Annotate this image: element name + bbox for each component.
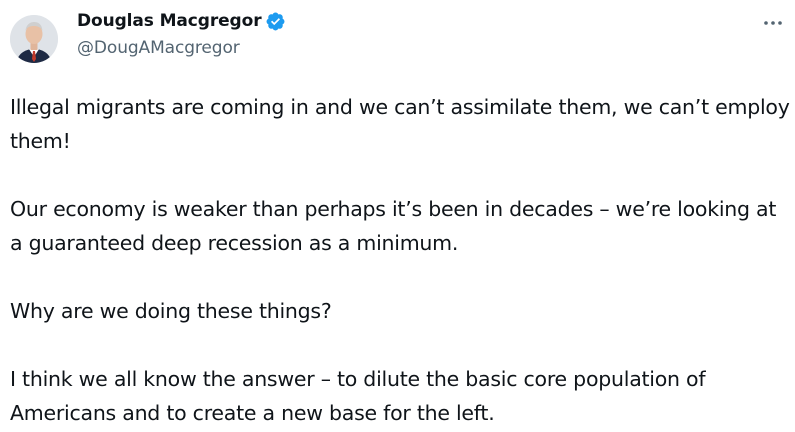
tweet-paragraph: Illegal migrants are coming in and we ca… <box>10 95 790 153</box>
tweet-paragraph: Why are we doing these things? <box>10 299 332 323</box>
author-block: Douglas Macgregor @DougAMacgregor <box>77 9 735 58</box>
tweet-paragraph: I think we all know the answer – to dilu… <box>10 367 706 425</box>
user-handle[interactable]: @DougAMacgregor <box>77 38 735 58</box>
verified-badge-icon[interactable] <box>265 11 286 32</box>
more-options-icon[interactable] <box>761 13 785 33</box>
display-name[interactable]: Douglas Macgregor <box>77 11 262 31</box>
avatar-image <box>10 15 58 63</box>
tweet-card: Douglas Macgregor @DougAMacgregor Illega… <box>0 0 795 432</box>
tweet-text: Illegal migrants are coming in and we ca… <box>10 90 792 430</box>
avatar[interactable] <box>10 15 58 63</box>
tweet-paragraph: Our economy is weaker than perhaps it’s … <box>10 197 777 255</box>
name-row: Douglas Macgregor <box>77 9 735 33</box>
